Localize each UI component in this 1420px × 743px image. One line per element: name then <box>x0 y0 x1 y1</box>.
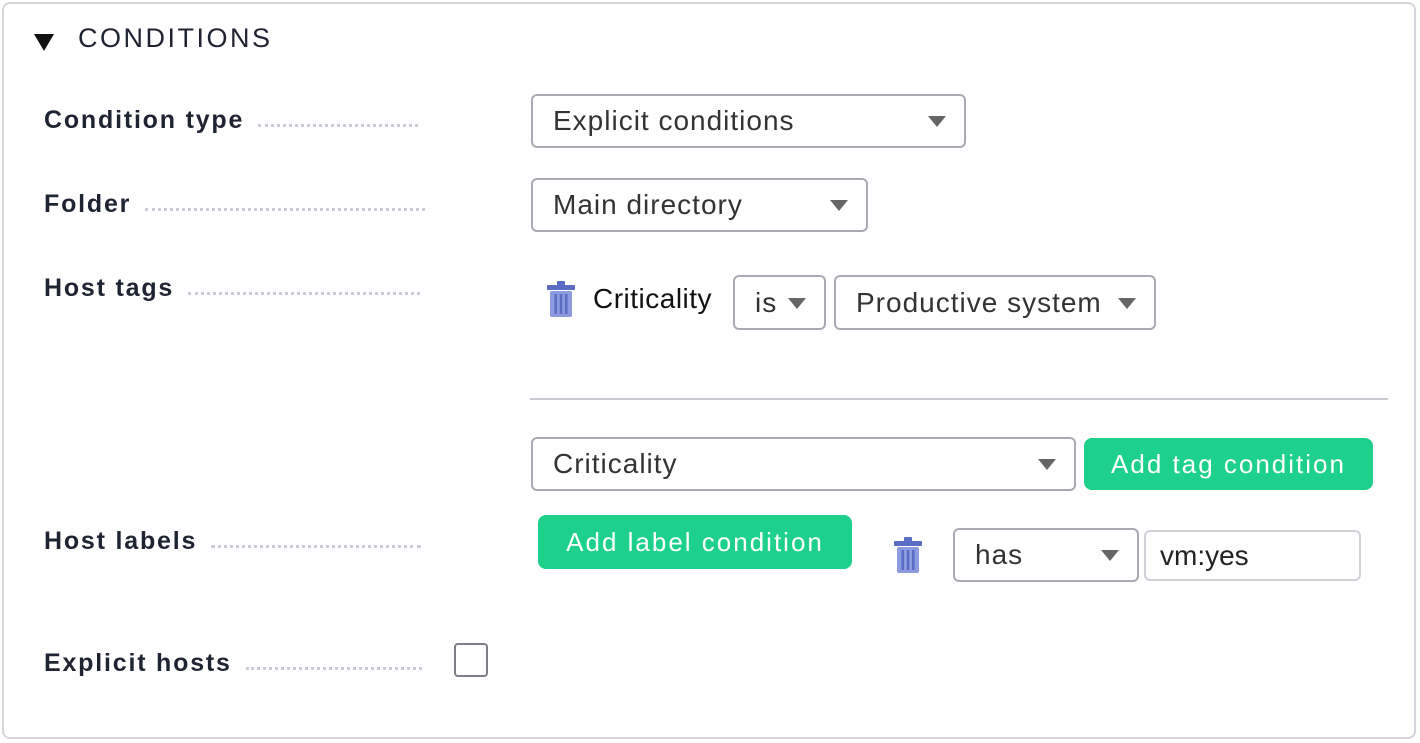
folder-select[interactable]: Main directory <box>531 178 868 232</box>
host-tag-value: Productive system <box>856 286 1102 318</box>
host-tag-operator-value: is <box>755 286 778 318</box>
add-tag-condition-button[interactable]: Add tag condition <box>1084 438 1373 490</box>
explicit-hosts-label: Explicit hosts <box>44 648 232 677</box>
chevron-down-icon <box>830 200 848 211</box>
condition-type-label: Condition type <box>44 105 245 134</box>
host-tag-operator-select[interactable]: is <box>733 275 826 330</box>
folder-label-row: Folder <box>44 186 426 222</box>
triangle-down-icon[interactable] <box>34 33 54 51</box>
section-title: CONDITIONS <box>78 22 273 53</box>
label-leader-dots <box>188 291 421 295</box>
chevron-down-icon <box>1118 297 1136 309</box>
conditions-section-header[interactable]: CONDITIONS <box>34 18 273 58</box>
label-leader-dots <box>145 207 426 211</box>
host-labels-label: Host labels <box>44 526 198 555</box>
host-label-operator-select[interactable]: has <box>953 528 1139 582</box>
divider <box>530 398 1388 400</box>
chevron-down-icon <box>788 297 806 309</box>
host-tags-label: Host tags <box>44 273 175 302</box>
chevron-down-icon <box>1101 550 1119 561</box>
new-tag-group-select[interactable]: Criticality <box>531 437 1076 491</box>
host-tags-label-row: Host tags <box>44 270 421 306</box>
chevron-down-icon <box>1038 459 1056 470</box>
label-leader-dots <box>258 123 419 127</box>
host-label-input[interactable]: vm:yes <box>1144 530 1361 581</box>
host-label-operator-value: has <box>975 539 1024 570</box>
chevron-down-icon <box>928 116 946 127</box>
explicit-hosts-checkbox[interactable] <box>454 643 488 677</box>
trash-icon[interactable] <box>547 281 575 322</box>
label-leader-dots <box>211 544 422 548</box>
condition-type-select-value: Explicit conditions <box>553 105 795 136</box>
new-tag-group-value: Criticality <box>553 448 678 479</box>
host-labels-label-row: Host labels <box>44 523 422 559</box>
condition-type-select[interactable]: Explicit conditions <box>531 94 966 148</box>
add-label-condition-button[interactable]: Add label condition <box>538 515 852 569</box>
trash-icon[interactable] <box>894 537 922 578</box>
label-leader-dots <box>245 666 422 670</box>
condition-type-label-row: Condition type <box>44 102 419 138</box>
host-label-input-value: vm:yes <box>1160 539 1249 571</box>
explicit-hosts-label-row: Explicit hosts <box>44 645 422 681</box>
folder-select-value: Main directory <box>553 189 743 220</box>
host-tag-name: Criticality <box>593 283 713 314</box>
folder-label: Folder <box>44 189 132 218</box>
host-tag-value-select[interactable]: Productive system <box>834 275 1156 330</box>
